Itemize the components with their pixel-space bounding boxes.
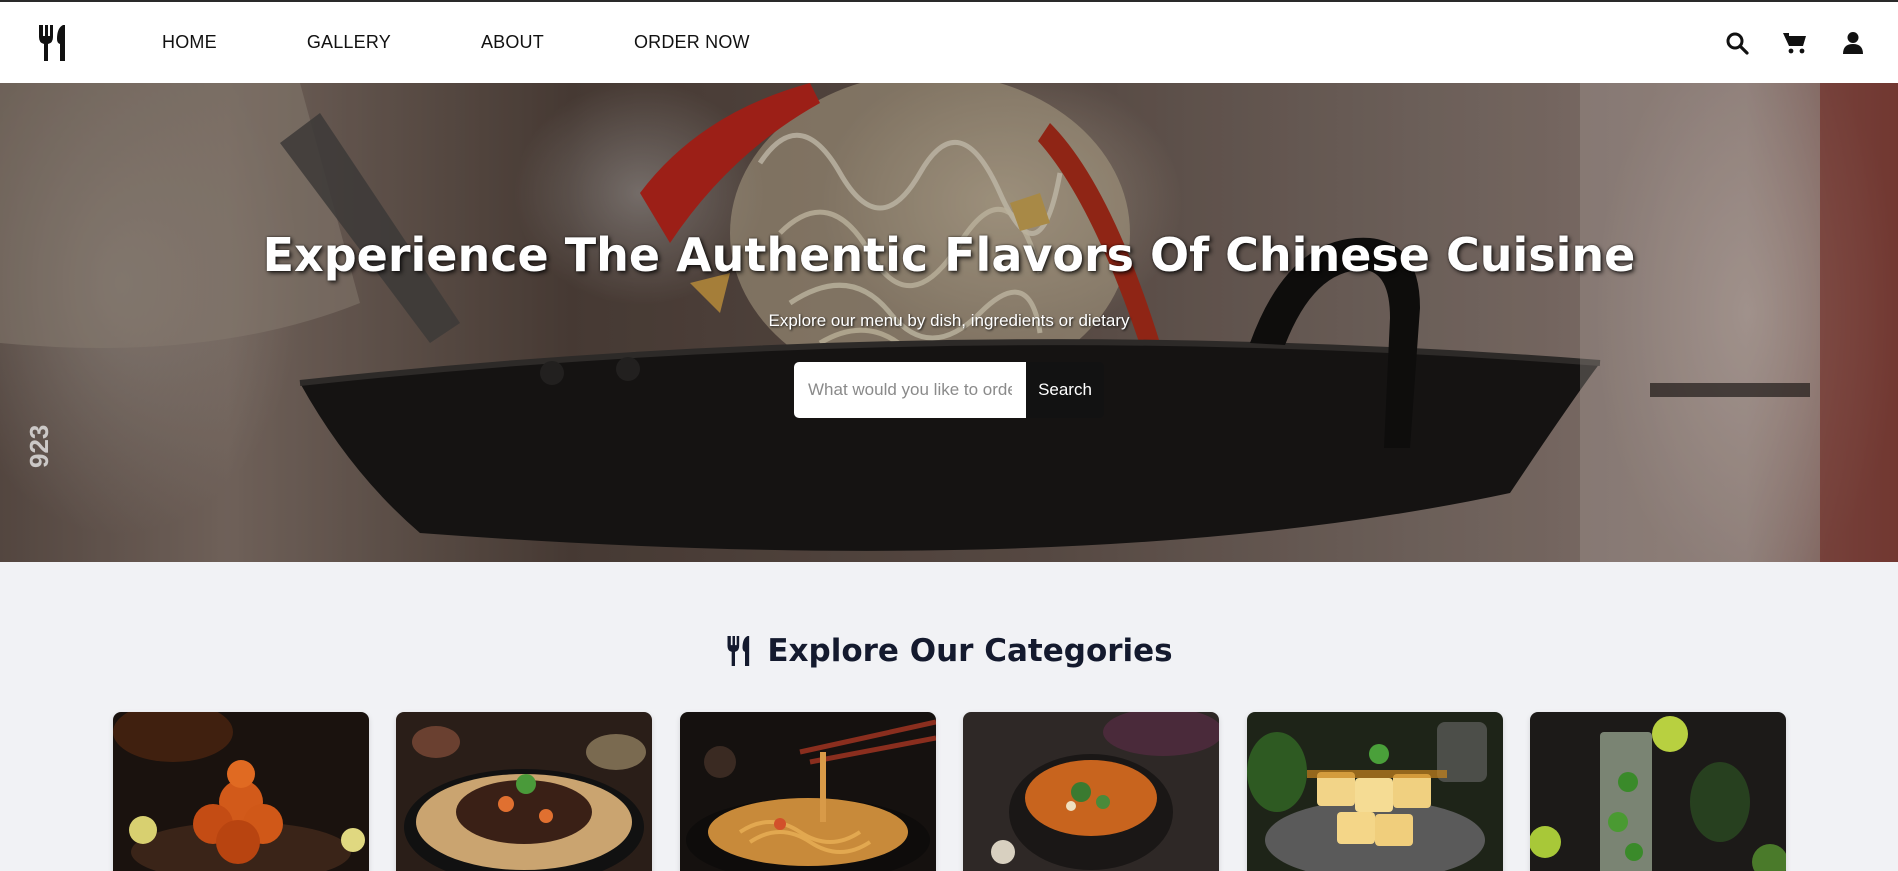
user-icon[interactable] [1840,30,1866,56]
category-card-noodles[interactable] [680,712,936,871]
utensils-icon[interactable] [36,24,72,62]
nav-gallery-link[interactable]: GALLERY [307,32,391,53]
category-card-tofu-dessert[interactable] [1247,712,1503,871]
nav-order-now-link[interactable]: ORDER NOW [634,32,750,53]
category-cards [113,712,1787,871]
main-nav: HOME GALLERY ABOUT ORDER NOW [162,2,750,83]
category-card-fried-shrimp[interactable] [113,712,369,871]
hero-title: Experience The Authentic Flavors Of Chin… [262,228,1636,282]
categories-heading: Explore Our Categories [0,633,1898,669]
search-button[interactable]: Search [1026,362,1104,418]
search-icon[interactable] [1724,30,1750,56]
nav-actions [1692,2,1866,83]
category-card-mojito-drink[interactable] [1530,712,1786,871]
category-card-soup[interactable] [963,712,1219,871]
navbar: HOME GALLERY ABOUT ORDER NOW [0,2,1898,83]
hero-watermark: 923 [24,424,54,468]
search-input[interactable] [794,362,1026,418]
hero-banner: 923 Experience The Authentic Flavors Of … [0,83,1898,562]
categories-title: Explore Our Categories [767,633,1173,669]
utensils-icon [725,633,755,669]
nav-home-link[interactable]: HOME [162,32,217,53]
hero-search-form: Search [794,362,1104,418]
nav-about-link[interactable]: ABOUT [481,32,544,53]
cart-icon[interactable] [1782,30,1808,56]
hero-subtitle: Explore our menu by dish, ingredients or… [768,311,1130,330]
category-card-beef-fried-rice[interactable] [396,712,652,871]
